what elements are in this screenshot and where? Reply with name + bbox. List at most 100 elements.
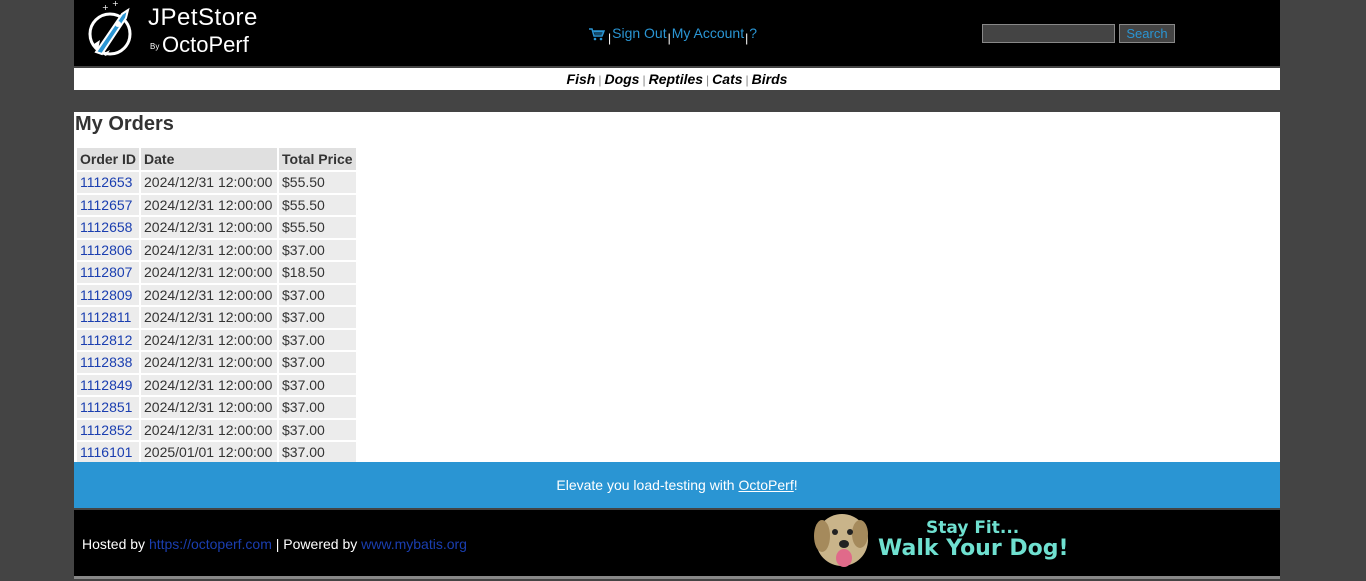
column-header-date: Date — [141, 148, 278, 170]
footer: Hosted by https://octoperf.com | Powered… — [74, 510, 1280, 576]
quicklink-cats[interactable]: Cats — [712, 71, 742, 87]
order-total-cell: $37.00 — [279, 307, 356, 328]
order-id-link[interactable]: 1112849 — [80, 377, 132, 393]
table-row: 1116101 2025/01/01 12:00:00 $37.00 — [77, 442, 356, 463]
hosted-by-label: Hosted by — [82, 536, 149, 552]
order-id-cell: 1116101 — [77, 442, 140, 463]
sign-out-link[interactable]: Sign Out — [612, 25, 666, 41]
order-id-link[interactable]: 1112807 — [80, 264, 132, 280]
order-total-cell: $37.00 — [279, 352, 356, 373]
order-date-cell: 2024/12/31 12:00:00 — [141, 397, 278, 418]
order-id-cell: 1112849 — [77, 374, 140, 395]
order-total-cell: $55.50 — [279, 217, 356, 238]
menu-separator: | — [667, 31, 671, 45]
walk-your-dog-ad: Stay Fit... Walk Your Dog! — [810, 510, 1080, 570]
quicklink-birds[interactable]: Birds — [752, 71, 788, 87]
menu-separator: | — [745, 31, 749, 45]
shopping-cart-icon[interactable] — [588, 27, 605, 41]
order-id-link[interactable]: 1112851 — [80, 399, 132, 415]
order-date-cell: 2024/12/31 12:00:00 — [141, 284, 278, 305]
order-date-cell: 2024/12/31 12:00:00 — [141, 217, 278, 238]
table-row: 1112811 2024/12/31 12:00:00 $37.00 — [77, 307, 356, 328]
table-row: 1112806 2024/12/31 12:00:00 $37.00 — [77, 239, 356, 260]
order-total-cell: $55.50 — [279, 194, 356, 215]
help-link[interactable]: ? — [749, 25, 757, 41]
octoperf-host-link[interactable]: https://octoperf.com — [149, 536, 272, 552]
order-total-cell: $18.50 — [279, 262, 356, 283]
order-total-cell: $37.00 — [279, 329, 356, 350]
category-quicklinks: Fish | Dogs | Reptiles | Cats | Birds — [74, 68, 1280, 90]
powered-by-label: | Powered by — [271, 536, 362, 552]
svg-text:+: + — [102, 3, 109, 12]
dog-image — [814, 514, 868, 567]
table-row: 1112838 2024/12/31 12:00:00 $37.00 — [77, 352, 356, 373]
order-id-cell: 1112852 — [77, 419, 140, 440]
order-id-cell: 1112809 — [77, 284, 140, 305]
order-id-cell: 1112838 — [77, 352, 140, 373]
rocket-logo-icon: + + — [88, 0, 132, 56]
column-header-order-id: Order ID — [77, 148, 140, 170]
ad-headline: Stay Fit... — [926, 518, 1020, 538]
banner-octoperf-link[interactable]: OctoPerf — [738, 477, 793, 493]
quicklink-separator: | — [745, 73, 749, 87]
banner-text: Elevate you load-testing with — [556, 477, 739, 493]
order-id-link[interactable]: 1112653 — [80, 174, 132, 190]
order-id-link[interactable]: 1116101 — [80, 444, 132, 460]
order-date-cell: 2024/12/31 12:00:00 — [141, 329, 278, 350]
order-date-cell: 2024/12/31 12:00:00 — [141, 374, 278, 395]
order-id-cell: 1112806 — [77, 239, 140, 260]
order-id-link[interactable]: 1112658 — [80, 219, 132, 235]
table-row: 1112812 2024/12/31 12:00:00 $37.00 — [77, 329, 356, 350]
order-total-cell: $37.00 — [279, 374, 356, 395]
order-date-cell: 2024/12/31 12:00:00 — [141, 307, 278, 328]
orders-table: Order ID Date Total Price 1112653 2024/12… — [75, 146, 358, 465]
table-row: 1112653 2024/12/31 12:00:00 $55.50 — [77, 172, 356, 193]
order-id-link[interactable]: 1112809 — [80, 287, 132, 303]
page-title: My Orders — [75, 113, 174, 135]
quicklink-separator: | — [706, 73, 710, 87]
search-input[interactable] — [982, 24, 1115, 43]
table-row: 1112849 2024/12/31 12:00:00 $37.00 — [77, 374, 356, 395]
quicklink-fish[interactable]: Fish — [567, 71, 596, 87]
quicklink-dogs[interactable]: Dogs — [604, 71, 639, 87]
ad-tagline: Walk Your Dog! — [878, 536, 1069, 561]
order-date-cell: 2024/12/31 12:00:00 — [141, 194, 278, 215]
order-total-cell: $55.50 — [279, 172, 356, 193]
order-id-cell: 1112653 — [77, 172, 140, 193]
footer-divider — [74, 576, 1280, 579]
order-id-link[interactable]: 1112838 — [80, 354, 132, 370]
promo-banner: Elevate you load-testing with OctoPerf! — [74, 462, 1280, 508]
order-id-cell: 1112657 — [77, 194, 140, 215]
table-header-row: Order ID Date Total Price — [77, 148, 356, 170]
quicklink-reptiles[interactable]: Reptiles — [649, 71, 703, 87]
table-row: 1112657 2024/12/31 12:00:00 $55.50 — [77, 194, 356, 215]
jpetstore-logo[interactable]: + + JPetStore By OctoPerf — [82, 0, 262, 66]
header-menu: |Sign Out|My Account|? — [588, 24, 757, 45]
search-button[interactable]: Search — [1119, 24, 1175, 43]
order-date-cell: 2024/12/31 12:00:00 — [141, 352, 278, 373]
order-total-cell: $37.00 — [279, 419, 356, 440]
order-date-cell: 2025/01/01 12:00:00 — [141, 442, 278, 463]
order-date-cell: 2024/12/31 12:00:00 — [141, 262, 278, 283]
mybatis-link[interactable]: www.mybatis.org — [361, 536, 467, 552]
order-id-link[interactable]: 1112657 — [80, 197, 132, 213]
order-total-cell: $37.00 — [279, 397, 356, 418]
my-account-link[interactable]: My Account — [672, 25, 744, 41]
table-row: 1112658 2024/12/31 12:00:00 $55.50 — [77, 217, 356, 238]
banner-text-end: ! — [793, 477, 798, 493]
footer-credits: Hosted by https://octoperf.com | Powered… — [82, 536, 467, 552]
order-id-link[interactable]: 1112852 — [80, 422, 132, 438]
table-row: 1112851 2024/12/31 12:00:00 $37.00 — [77, 397, 356, 418]
order-id-cell: 1112812 — [77, 329, 140, 350]
table-row: 1112852 2024/12/31 12:00:00 $37.00 — [77, 419, 356, 440]
order-id-link[interactable]: 1112812 — [80, 332, 132, 348]
header: + + JPetStore By OctoPerf |Sign Out|My A… — [74, 0, 1280, 66]
order-id-link[interactable]: 1112811 — [80, 309, 131, 325]
order-total-cell: $37.00 — [279, 239, 356, 260]
order-date-cell: 2024/12/31 12:00:00 — [141, 419, 278, 440]
order-id-cell: 1112811 — [77, 307, 140, 328]
column-header-total-price: Total Price — [279, 148, 356, 170]
logo-brand: JPetStore — [148, 4, 258, 31]
order-id-link[interactable]: 1112806 — [80, 242, 132, 258]
svg-text:+: + — [112, 0, 119, 8]
